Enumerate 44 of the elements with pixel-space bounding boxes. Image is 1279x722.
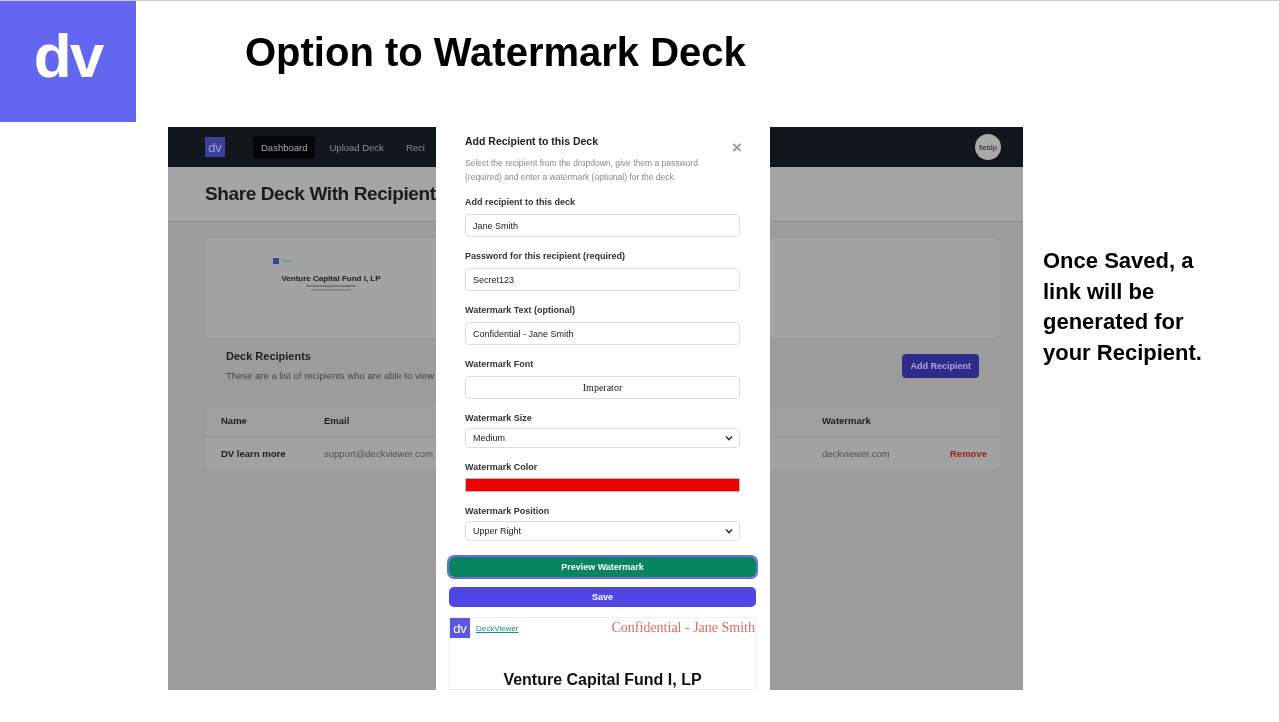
select-field[interactable]: Medium (465, 428, 740, 448)
section-title: Deck Recipients (226, 350, 312, 362)
preview-button[interactable]: Preview Watermark (449, 557, 756, 578)
input-field[interactable]: Confidential - Jane Smith (465, 322, 740, 345)
preview-title: Venture Capital Fund I, LP (503, 671, 702, 689)
page-title: Share Deck With Recipient (205, 183, 436, 205)
nav-tab[interactable]: Upload Deck (321, 135, 392, 159)
chevron-icon (725, 528, 733, 534)
slide-title: Option to Watermark Deck (245, 30, 746, 76)
watermark-text: Confidential - Jane Smith (611, 620, 755, 636)
nav-tab[interactable]: Reci (397, 135, 433, 159)
column-header: Watermark (822, 414, 871, 426)
input-field[interactable]: Jane Smith (465, 214, 740, 237)
modal-description: Select the recipient from the dropdown, give them a password (required) and enter a watermark (optional) for the deck. (464, 157, 699, 184)
slide-note: Once Saved, a link will be generated for your Recipient. (1043, 247, 1203, 367)
table-cell: DV learn more (221, 448, 286, 459)
section-description: These are a list of recipients who are able to view (226, 370, 435, 381)
input-field[interactable]: Secret123 (465, 268, 740, 291)
table-cell: deckviewer.com (822, 448, 890, 459)
table-cell: support@deckviewer.com (324, 448, 433, 459)
logo-icon (273, 258, 279, 264)
select-field[interactable]: Upper Right (465, 521, 740, 541)
field-label: Watermark Text (optional) (465, 305, 576, 315)
field-label: Watermark Position (465, 506, 551, 516)
color-field[interactable] (465, 478, 740, 492)
subtitle-line (306, 285, 356, 287)
field-label: Password for this recipient (required) (465, 251, 627, 261)
nav-tab[interactable]: Dashboard (253, 135, 316, 159)
field-label: Watermark Size (465, 413, 533, 423)
deck-title: Venture Capital Fund I, LP (281, 274, 381, 283)
logo: dv (0, 1, 136, 122)
add-recipient-button[interactable]: Add Recipient (902, 354, 979, 378)
logo: dv (205, 137, 225, 157)
column-header: Name (221, 414, 247, 426)
field-label: Add recipient to this deck (465, 197, 577, 207)
modal-title: Add Recipient to this Deck (465, 135, 599, 147)
logo: dv (450, 618, 470, 638)
field-label: Watermark Color (465, 462, 539, 472)
save-button[interactable]: Save (449, 587, 756, 607)
font-field[interactable]: Imperator (465, 376, 740, 399)
field-label: Watermark Font (465, 359, 535, 369)
chevron-icon (725, 435, 733, 441)
column-header: Email (324, 414, 350, 426)
brand-link[interactable]: DeckViewer (476, 623, 519, 633)
